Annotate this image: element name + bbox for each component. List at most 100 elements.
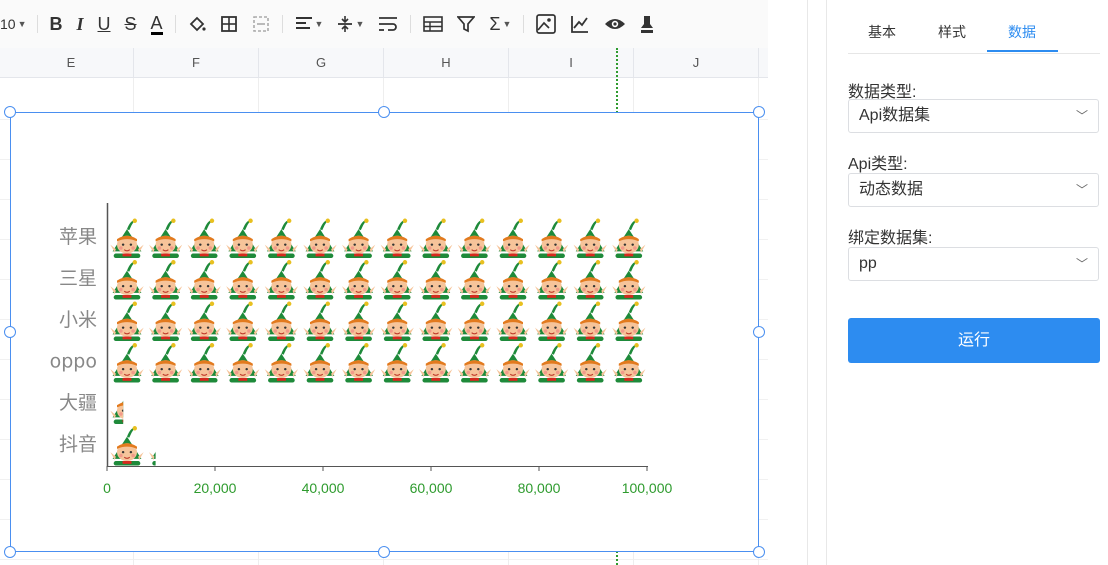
column-header: E F G H I J bbox=[0, 48, 768, 78]
strikethrough-button[interactable]: S bbox=[119, 9, 143, 39]
tab-style[interactable]: 样式 bbox=[938, 22, 966, 42]
elf-icon bbox=[225, 259, 261, 300]
y-category-label: 抖音 bbox=[59, 434, 97, 456]
elf-icon bbox=[572, 301, 608, 341]
resize-handle-bottom-right[interactable] bbox=[753, 546, 765, 558]
wrap-text-button[interactable] bbox=[372, 9, 404, 39]
api-type-select[interactable]: 动态数据 ﹀ bbox=[848, 173, 1099, 207]
elf-icon bbox=[495, 259, 531, 300]
elf-icon bbox=[379, 301, 415, 341]
elf-icon bbox=[302, 259, 338, 300]
filter-button[interactable] bbox=[451, 9, 481, 39]
elf-icon bbox=[611, 301, 647, 341]
elf-icon bbox=[495, 301, 531, 341]
elf-icon bbox=[225, 218, 261, 258]
table-format-button[interactable] bbox=[417, 9, 449, 39]
api-type-value: 动态数据 bbox=[859, 181, 924, 198]
elf-icon bbox=[302, 218, 338, 258]
elf-icon bbox=[148, 342, 183, 383]
tab-basic[interactable]: 基本 bbox=[868, 22, 896, 42]
insert-chart-button[interactable] bbox=[564, 9, 596, 39]
elf-icon bbox=[534, 301, 569, 341]
elf-icon bbox=[109, 342, 145, 383]
resize-handle-bottom[interactable] bbox=[378, 546, 390, 558]
elf-icon bbox=[341, 342, 376, 383]
chevron-down-icon: ▼ bbox=[314, 19, 324, 29]
resize-handle-bottom-left[interactable] bbox=[4, 546, 16, 558]
elf-icon bbox=[341, 218, 376, 258]
more-tools-button[interactable] bbox=[634, 9, 660, 39]
elf-icon bbox=[148, 218, 183, 258]
chart-container[interactable]: 0 20,000 40,000 60,000 80,000 100,000 苹果 三星 小米 op… bbox=[4, 106, 765, 558]
toolbar-divider bbox=[410, 15, 412, 33]
elf-icon bbox=[418, 218, 454, 258]
resize-handle-top-left[interactable] bbox=[4, 106, 16, 118]
elf-icon bbox=[186, 218, 222, 258]
data-type-select[interactable]: Api数据集 ﹀ bbox=[848, 99, 1099, 133]
bar bbox=[109, 259, 647, 300]
chevron-down-icon: ▼ bbox=[17, 19, 27, 29]
bar bbox=[109, 301, 647, 341]
active-tab-indicator bbox=[987, 50, 1058, 52]
insert-image-button[interactable] bbox=[530, 9, 562, 39]
elf-icon bbox=[495, 218, 531, 258]
chart-axes bbox=[106, 203, 648, 471]
elf-icon bbox=[302, 301, 338, 341]
column-header-h[interactable]: H bbox=[384, 48, 509, 78]
line-chart-icon bbox=[571, 16, 589, 33]
column-header-j[interactable]: J bbox=[634, 48, 759, 78]
paint-bucket-icon bbox=[189, 16, 206, 32]
bold-button[interactable]: B bbox=[44, 9, 69, 39]
panel-splitter[interactable] bbox=[807, 0, 827, 565]
tab-data[interactable]: 数据 bbox=[1008, 22, 1036, 42]
run-button[interactable]: 运行 bbox=[848, 318, 1100, 363]
data-type-value: Api数据集 bbox=[859, 107, 931, 124]
toolbar: 10 ▼ B I U S A ▼ ▼ Σ ▼ bbox=[0, 0, 768, 48]
underline-button[interactable]: U bbox=[92, 9, 117, 39]
preview-button[interactable] bbox=[598, 9, 632, 39]
bar bbox=[109, 342, 647, 383]
font-size-select[interactable]: 10 ▼ bbox=[0, 9, 31, 39]
align-left-icon bbox=[295, 17, 312, 29]
toolbar-divider bbox=[523, 15, 525, 33]
chevron-down-icon: ﹀ bbox=[1075, 183, 1088, 197]
elf-icon bbox=[379, 342, 415, 383]
bar bbox=[109, 384, 124, 424]
image-icon bbox=[536, 14, 557, 34]
column-header-e[interactable]: E bbox=[9, 48, 134, 78]
border-grid-icon bbox=[220, 16, 237, 32]
resize-handle-top-right[interactable] bbox=[753, 106, 765, 118]
x-tick-label: 20,000 bbox=[194, 480, 237, 496]
elf-icon bbox=[109, 301, 145, 341]
font-color-label: A bbox=[150, 12, 163, 35]
fill-color-button[interactable] bbox=[182, 9, 212, 39]
elf-icon bbox=[457, 301, 492, 341]
font-color-button[interactable]: A bbox=[145, 9, 169, 39]
horizontal-align-button[interactable]: ▼ bbox=[289, 9, 330, 39]
pictorial-bar-chart: 0 20,000 40,000 60,000 80,000 100,000 苹果三星小米 op… bbox=[50, 203, 673, 496]
vertical-align-button[interactable]: ▼ bbox=[331, 9, 370, 39]
elf-icon bbox=[109, 259, 145, 300]
sum-button[interactable]: Σ ▼ bbox=[483, 9, 517, 39]
italic-button[interactable]: I bbox=[71, 9, 90, 39]
border-button[interactable] bbox=[214, 9, 244, 39]
elf-icon bbox=[534, 218, 569, 258]
elf-icon bbox=[225, 301, 261, 341]
elf-icon bbox=[572, 218, 608, 258]
column-header-g[interactable]: G bbox=[259, 48, 384, 78]
chart-bars bbox=[109, 218, 647, 466]
resize-handle-top[interactable] bbox=[378, 106, 390, 118]
resize-handle-left[interactable] bbox=[4, 326, 16, 338]
column-header-f[interactable]: F bbox=[134, 48, 259, 78]
elf-icon bbox=[611, 218, 647, 258]
dataset-select[interactable]: pp ﹀ bbox=[848, 247, 1099, 281]
merge-cells-button[interactable] bbox=[246, 9, 276, 39]
elf-icon bbox=[264, 259, 299, 300]
resize-handle-right[interactable] bbox=[753, 326, 765, 338]
elf-icon bbox=[148, 259, 183, 300]
dataset-label: 绑定数据集: bbox=[848, 230, 933, 247]
elf-icon bbox=[264, 342, 299, 383]
x-tick-label: 40,000 bbox=[302, 480, 345, 496]
properties-panel: 基本 样式 数据 数据类型: Api数据集 ﹀ Api类型: 动态数据 ﹀ 绑定… bbox=[848, 0, 1100, 565]
chevron-down-icon: ﹀ bbox=[1075, 109, 1088, 123]
